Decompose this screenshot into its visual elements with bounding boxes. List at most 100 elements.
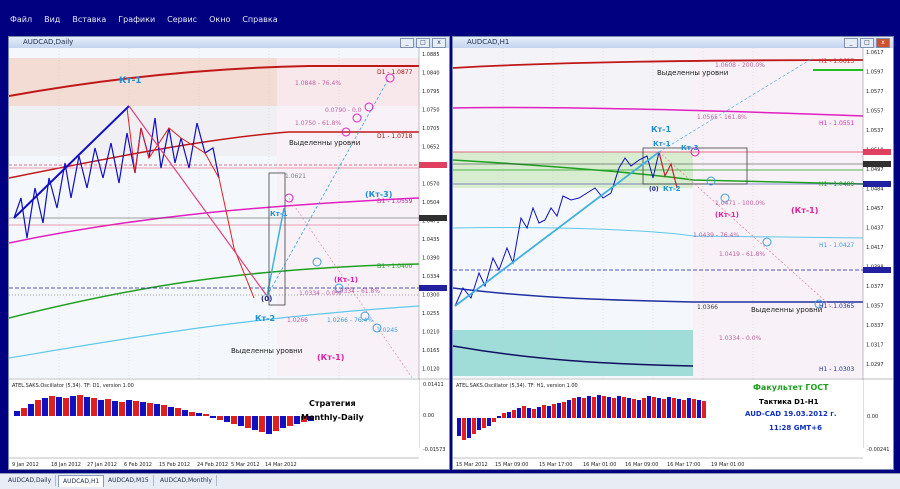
oscillator-bar [245, 416, 251, 428]
minimize-button[interactable]: _ [400, 38, 414, 48]
price-tick: 1.0390 [422, 256, 440, 262]
price-tick: 1.0210 [422, 330, 440, 336]
svg-text:16 Mar 09:00: 16 Mar 09:00 [625, 462, 658, 468]
oscillator-bar [182, 410, 188, 416]
svg-text:1.0334 - 0.0%: 1.0334 - 0.0% [719, 335, 762, 342]
chart-window-h1: AUDCAD,H1 _ □ x Кт-1 Кт-1 Кт-3 Кт-2 (0) … [452, 36, 894, 470]
svg-text:1.0366: 1.0366 [697, 304, 718, 311]
menu-file[interactable]: Файл [4, 15, 38, 24]
price-tick: 1.0417 [866, 245, 884, 251]
oscillator-bar [557, 403, 561, 418]
oscillator-bar [70, 396, 76, 416]
price-tick: 1.0617 [866, 50, 884, 56]
price-tick: 1.0297 [866, 362, 884, 368]
oscillator-bar [662, 399, 666, 418]
svg-text:Выделенны уровни: Выделенны уровни [657, 69, 728, 77]
strategy-title: Стратегия [309, 399, 356, 408]
oscillator-bar [602, 396, 606, 418]
price-tick: 1.0165 [422, 348, 440, 354]
tab-monthly[interactable]: AUDCAD,Monthly [156, 475, 217, 486]
tab-h1[interactable]: AUDCAD,H1 [58, 475, 105, 487]
oscillator-bar [161, 405, 167, 416]
oscillator-bar [492, 418, 496, 422]
oscillator-bar [14, 411, 20, 416]
menu-window[interactable]: Окно [203, 15, 236, 24]
oscillator-bar [105, 399, 111, 416]
oscillator-bar [642, 398, 646, 418]
menu-help[interactable]: Справка [236, 15, 283, 24]
tab-m15[interactable]: AUDCAD,M15 [104, 475, 154, 486]
oscillator-bar [607, 397, 611, 418]
kt1-pink-label-2: (Кт-1) [317, 353, 344, 362]
tab-daily[interactable]: AUDCAD,Daily [4, 475, 57, 486]
price-tick: 1.0357 [866, 304, 884, 310]
svg-text:0.00: 0.00 [867, 414, 878, 420]
price-tick: 1.0570 [422, 182, 440, 188]
svg-text:H1 - 1.0551: H1 - 1.0551 [819, 120, 854, 127]
price-tick: 1.0377 [866, 284, 884, 290]
oscillator-bar [697, 400, 701, 418]
menu-insert[interactable]: Вставка [66, 15, 112, 24]
price-tick: 1.0437 [866, 226, 884, 232]
h1-chart[interactable]: Кт-1 Кт-1 Кт-3 Кт-2 (0) (Кт-1) (Кт-1) Вы… [453, 48, 893, 469]
strategy-subtitle: Monthly-Daily [301, 413, 364, 422]
oscillator-bar [196, 413, 202, 416]
oscillator-bar [487, 418, 491, 426]
oscillator-bar [56, 397, 62, 416]
oscillator-bar [133, 401, 139, 416]
oscillator-bar [84, 397, 90, 416]
oscillator-bar [657, 398, 661, 418]
svg-text:15 Mar 17:00: 15 Mar 17:00 [539, 462, 572, 468]
maximize-button[interactable]: □ [416, 38, 430, 48]
oscillator-bar [21, 408, 27, 416]
oscillator-bar [126, 400, 132, 416]
info-tactic: Тактика D1-H1 [759, 398, 819, 406]
oscillator-bar [597, 395, 601, 418]
menu-view[interactable]: Вид [38, 15, 66, 24]
zero-label: (0) [261, 295, 272, 303]
oscillator-bar [252, 416, 258, 430]
window-title-bar[interactable]: AUDCAD,H1 [453, 37, 893, 48]
svg-text:19 Mar 01:00: 19 Mar 01:00 [711, 462, 744, 468]
price-tick: 1.0885 [422, 52, 440, 58]
oscillator-bar [482, 418, 486, 428]
price-tick: 1.0334 [422, 274, 440, 280]
oscillator-bar [502, 413, 506, 418]
oscillator-bar [702, 401, 706, 418]
svg-text:15 Feb 2012: 15 Feb 2012 [159, 462, 190, 468]
oscillator-bar [577, 397, 581, 418]
kt1-label: Кт-1 [119, 76, 142, 86]
close-button[interactable]: x [876, 38, 890, 48]
oscillator-bar [98, 400, 104, 416]
oscillator-bar [140, 402, 146, 416]
svg-text:1.0266 - 76.4%: 1.0266 - 76.4% [327, 317, 373, 324]
oscillator-bar [512, 410, 516, 418]
price-tick: 1.0300 [422, 293, 440, 299]
price-tick: 1.0597 [866, 70, 884, 76]
svg-text:-0.00241: -0.00241 [867, 447, 889, 453]
oscillator-bar [507, 412, 511, 418]
price-tick: 1.0484 [866, 187, 884, 193]
window-title-bar[interactable]: AUDCAD,Daily [9, 37, 449, 48]
oscillator-bar [622, 397, 626, 418]
menu-tools[interactable]: Сервис [161, 15, 203, 24]
price-tick: 1.0504 [422, 200, 440, 206]
price-tick: 1.0317 [866, 343, 884, 349]
oscillator-bar [294, 416, 300, 424]
oscillator-bar [457, 418, 461, 436]
price-tick: 1.0577 [866, 89, 884, 95]
menu-charts[interactable]: Графики [112, 15, 161, 24]
maximize-button[interactable]: □ [860, 38, 874, 48]
minimize-button[interactable]: _ [844, 38, 858, 48]
oscillator-bar [154, 404, 160, 416]
oscillator-bar [477, 418, 481, 430]
oscillator-bar [266, 416, 272, 434]
daily-chart[interactable]: Кт-1 Кт-1 (Кт-3) Кт-2 (0) (Кт-1) (Кт-1) … [9, 48, 449, 469]
oscillator-bar [203, 414, 209, 416]
svg-text:0.00: 0.00 [423, 413, 434, 419]
oscillator-bar [687, 398, 691, 418]
svg-text:Кт-1: Кт-1 [653, 140, 671, 148]
svg-text:15 Mar 09:00: 15 Mar 09:00 [495, 462, 528, 468]
oscillator-bar [462, 418, 466, 440]
close-button[interactable]: x [432, 38, 446, 48]
